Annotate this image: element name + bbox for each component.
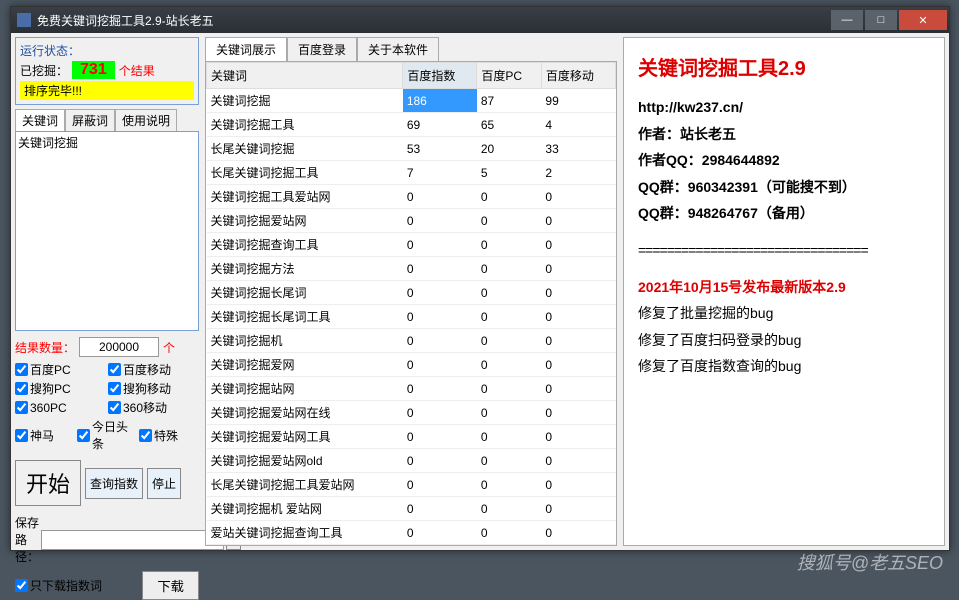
check-特殊[interactable]: 特殊 bbox=[139, 418, 199, 452]
table-row[interactable]: 爱站关键词挖掘查询工具000 bbox=[207, 521, 616, 545]
table-row[interactable]: 长尾关键词挖掘532033 bbox=[207, 137, 616, 161]
save-path-label: 保存路径： bbox=[15, 514, 39, 565]
stop-button[interactable]: 停止 bbox=[147, 468, 181, 499]
info-author: 作者：站长老五 bbox=[638, 121, 930, 148]
only-index-check[interactable]: 只下载指数词 bbox=[15, 577, 122, 594]
table-row[interactable]: 关键词挖掘爱站网工具000 bbox=[207, 425, 616, 449]
table-row[interactable]: 关键词挖掘站网000 bbox=[207, 377, 616, 401]
result-count-label: 结果数量： bbox=[15, 339, 75, 356]
dug-label: 已挖掘： bbox=[20, 62, 68, 79]
result-count-input[interactable] bbox=[79, 337, 159, 357]
table-row[interactable]: 关键词挖掘机000 bbox=[207, 329, 616, 353]
left-panel: 运行状态： 已挖掘： 731 个结果 排序完毕!!! 关键词屏蔽词使用说明 关键… bbox=[11, 33, 203, 550]
table-row[interactable]: 关键词挖掘爱站网old000 bbox=[207, 449, 616, 473]
col-0[interactable]: 关键词 bbox=[207, 63, 403, 89]
app-window: 免费关键词挖掘工具2.9-站长老五 — □ ✕ 运行状态： 已挖掘： 731 个… bbox=[10, 6, 950, 551]
table-row[interactable]: 关键词挖掘机 爱站网000 bbox=[207, 497, 616, 521]
check-搜狗PC[interactable]: 搜狗PC bbox=[15, 380, 106, 397]
status-box: 运行状态： 已挖掘： 731 个结果 排序完毕!!! bbox=[15, 37, 199, 105]
result-unit: 个 bbox=[163, 339, 175, 356]
check-360PC[interactable]: 360PC bbox=[15, 399, 106, 416]
info-group1: QQ群：960342391（可能搜不到） bbox=[638, 174, 930, 201]
status-done: 排序完毕!!! bbox=[20, 81, 194, 100]
check-搜狗移动[interactable]: 搜狗移动 bbox=[108, 380, 199, 397]
left-tab-2[interactable]: 使用说明 bbox=[115, 109, 177, 131]
status-title: 运行状态： bbox=[20, 42, 194, 59]
left-tab-1[interactable]: 屏蔽词 bbox=[65, 109, 115, 131]
table-row[interactable]: 关键词挖掘查询工具000 bbox=[207, 233, 616, 257]
left-tabs: 关键词屏蔽词使用说明 bbox=[15, 109, 199, 131]
check-今日头条[interactable]: 今日头条 bbox=[77, 418, 137, 452]
table-row[interactable]: 关键词挖掘爱网000 bbox=[207, 353, 616, 377]
table-row[interactable]: 关键词挖掘工具69654 bbox=[207, 113, 616, 137]
check-360移动[interactable]: 360移动 bbox=[108, 399, 199, 416]
info-title: 关键词挖掘工具2.9 bbox=[638, 50, 930, 88]
table-row[interactable]: 关键词挖掘爱站网000 bbox=[207, 209, 616, 233]
main-tab-2[interactable]: 关于本软件 bbox=[357, 37, 439, 61]
table-row[interactable]: 关键词挖掘工具爱站网000 bbox=[207, 185, 616, 209]
check-神马[interactable]: 神马 bbox=[15, 418, 75, 452]
minimize-button[interactable]: — bbox=[831, 10, 863, 30]
changelog-item: 修复了百度扫码登录的bug bbox=[638, 327, 930, 354]
col-1[interactable]: 百度指数 bbox=[403, 63, 477, 89]
download-button[interactable]: 下载 bbox=[142, 571, 199, 600]
main-tab-1[interactable]: 百度登录 bbox=[287, 37, 357, 61]
info-box: 关键词挖掘工具2.9 http://kw237.cn/ 作者：站长老五 作者QQ… bbox=[623, 37, 945, 546]
right-panel: 关键词挖掘工具2.9 http://kw237.cn/ 作者：站长老五 作者QQ… bbox=[619, 33, 949, 550]
check-百度PC[interactable]: 百度PC bbox=[15, 361, 106, 378]
dug-unit: 个结果 bbox=[119, 62, 155, 79]
keyword-textarea[interactable]: 关键词挖掘 bbox=[15, 131, 199, 331]
query-index-button[interactable]: 查询指数 bbox=[85, 468, 143, 499]
table-row[interactable]: 关键词挖掘方法000 bbox=[207, 257, 616, 281]
table-row[interactable]: 关键词挖掘长尾词工具000 bbox=[207, 305, 616, 329]
watermark: 搜狐号@老五SEO bbox=[797, 549, 943, 575]
col-3[interactable]: 百度移动 bbox=[541, 63, 615, 89]
save-path-input[interactable] bbox=[41, 530, 224, 550]
table-row[interactable]: 长尾关键词挖掘工具752 bbox=[207, 161, 616, 185]
changelog-item: 修复了百度指数查询的bug bbox=[638, 353, 930, 380]
window-title: 免费关键词挖掘工具2.9-站长老五 bbox=[37, 12, 831, 29]
close-button[interactable]: ✕ bbox=[899, 10, 947, 30]
table-row[interactable]: 关键词挖掘1868799 bbox=[207, 89, 616, 113]
main-tabs: 关键词展示百度登录关于本软件 bbox=[205, 37, 617, 61]
info-url: http://kw237.cn/ bbox=[638, 94, 930, 121]
info-group2: QQ群：948264767（备用） bbox=[638, 200, 930, 227]
results-table: 关键词百度指数百度PC百度移动 关键词挖掘1868799关键词挖掘工具69654… bbox=[206, 62, 616, 545]
table-row[interactable]: 关键词挖掘长尾词000 bbox=[207, 281, 616, 305]
start-button[interactable]: 开始 bbox=[15, 460, 81, 506]
app-icon bbox=[17, 13, 31, 27]
center-panel: 关键词展示百度登录关于本软件 关键词百度指数百度PC百度移动 关键词挖掘1868… bbox=[203, 33, 619, 550]
titlebar[interactable]: 免费关键词挖掘工具2.9-站长老五 — □ ✕ bbox=[11, 7, 949, 33]
left-tab-0[interactable]: 关键词 bbox=[15, 109, 65, 131]
main-tab-0[interactable]: 关键词展示 bbox=[205, 37, 287, 61]
col-2[interactable]: 百度PC bbox=[477, 63, 542, 89]
results-table-wrap: 关键词百度指数百度PC百度移动 关键词挖掘1868799关键词挖掘工具69654… bbox=[205, 61, 617, 546]
dug-count: 731 bbox=[72, 61, 115, 79]
table-row[interactable]: 关键词挖掘爱站网在线000 bbox=[207, 401, 616, 425]
changelog-item: 修复了批量挖掘的bug bbox=[638, 300, 930, 327]
engine-checks: 百度PC百度移动搜狗PC搜狗移动360PC360移动神马今日头条特殊 bbox=[15, 361, 199, 454]
table-row[interactable]: 长尾关键词挖掘工具爱站网000 bbox=[207, 473, 616, 497]
divider: ================================ bbox=[638, 237, 930, 264]
maximize-button[interactable]: □ bbox=[865, 10, 897, 30]
check-百度移动[interactable]: 百度移动 bbox=[108, 361, 199, 378]
info-qq: 作者QQ：2984644892 bbox=[638, 147, 930, 174]
release-note: 2021年10月15号发布最新版本2.9 bbox=[638, 274, 930, 301]
